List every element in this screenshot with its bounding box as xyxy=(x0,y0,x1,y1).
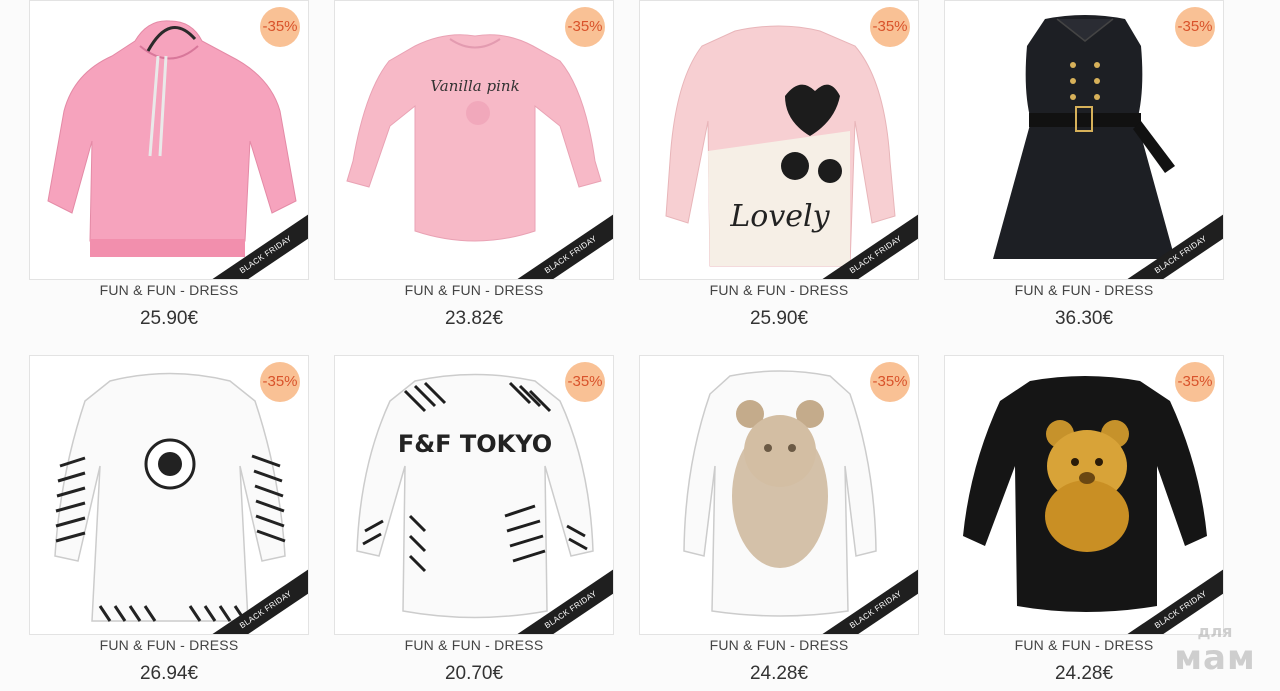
product-price: 23.82€ xyxy=(444,308,504,329)
white-striped-dress-icon xyxy=(54,372,286,622)
product-image[interactable]: Lovely -35% BLACK FRIDAY xyxy=(639,0,919,280)
discount-badge: -35% xyxy=(1175,7,1215,47)
print-text: F&F TOKYO xyxy=(398,430,552,458)
product-title[interactable]: FUN & FUN - DRESS xyxy=(29,637,309,653)
print-text: Lovely xyxy=(729,199,830,234)
black-sleeveless-dress-icon xyxy=(993,15,1175,259)
product-price: 25.90€ xyxy=(749,308,809,329)
site-watermark: для мам xyxy=(1160,623,1270,678)
product-price: 25.90€ xyxy=(139,308,199,329)
discount-badge: -35% xyxy=(870,7,910,47)
pink-sweatshirt-icon: Vanilla pink xyxy=(346,34,602,242)
product-title[interactable]: FUN & FUN - DRESS xyxy=(944,282,1224,298)
discount-badge: -35% xyxy=(870,362,910,402)
product-image[interactable]: -35% BLACK FRIDAY xyxy=(29,355,309,635)
product-title[interactable]: FUN & FUN - DRESS xyxy=(334,637,614,653)
product-title[interactable]: FUN & FUN - DRESS xyxy=(29,282,309,298)
product-price: 36.30€ xyxy=(1054,308,1114,329)
discount-badge: -35% xyxy=(1175,362,1215,402)
product-image[interactable]: Vanilla pink -35% BLACK FRIDAY xyxy=(334,0,614,280)
discount-badge: -35% xyxy=(565,362,605,402)
product-image[interactable]: -35% BLACK FRIDAY xyxy=(29,0,309,280)
black-bear-sweatshirt-icon xyxy=(963,376,1207,612)
product-image[interactable]: -35% BLACK FRIDAY xyxy=(944,355,1224,635)
product-image[interactable]: -35% BLACK FRIDAY xyxy=(639,355,919,635)
white-ff-sweatshirt-icon: F&F TOKYO xyxy=(356,373,594,619)
product-grid: -35% BLACK FRIDAY FUN & FUN - DRESS 25.9… xyxy=(0,0,1280,691)
product-image[interactable]: F&F TOKYO -35% BLACK FRIDAY xyxy=(334,355,614,635)
discount-badge: -35% xyxy=(260,362,300,402)
product-price: 20.70€ xyxy=(444,663,504,684)
product-title[interactable]: FUN & FUN - DRESS xyxy=(639,637,919,653)
discount-badge: -35% xyxy=(260,7,300,47)
white-bear-sweatshirt-icon xyxy=(683,370,877,617)
discount-badge: -35% xyxy=(565,7,605,47)
product-price: 24.28€ xyxy=(749,663,809,684)
pink-hoodie-dress-icon xyxy=(47,20,297,257)
watermark-line-2: мам xyxy=(1174,638,1256,678)
product-title[interactable]: FUN & FUN - DRESS xyxy=(334,282,614,298)
print-text: Vanilla pink xyxy=(430,77,519,95)
product-title[interactable]: FUN & FUN - DRESS xyxy=(639,282,919,298)
product-image[interactable]: -35% BLACK FRIDAY xyxy=(944,0,1224,280)
product-price: 26.94€ xyxy=(139,663,199,684)
pink-knit-sweater-dress-icon: Lovely xyxy=(665,25,896,267)
